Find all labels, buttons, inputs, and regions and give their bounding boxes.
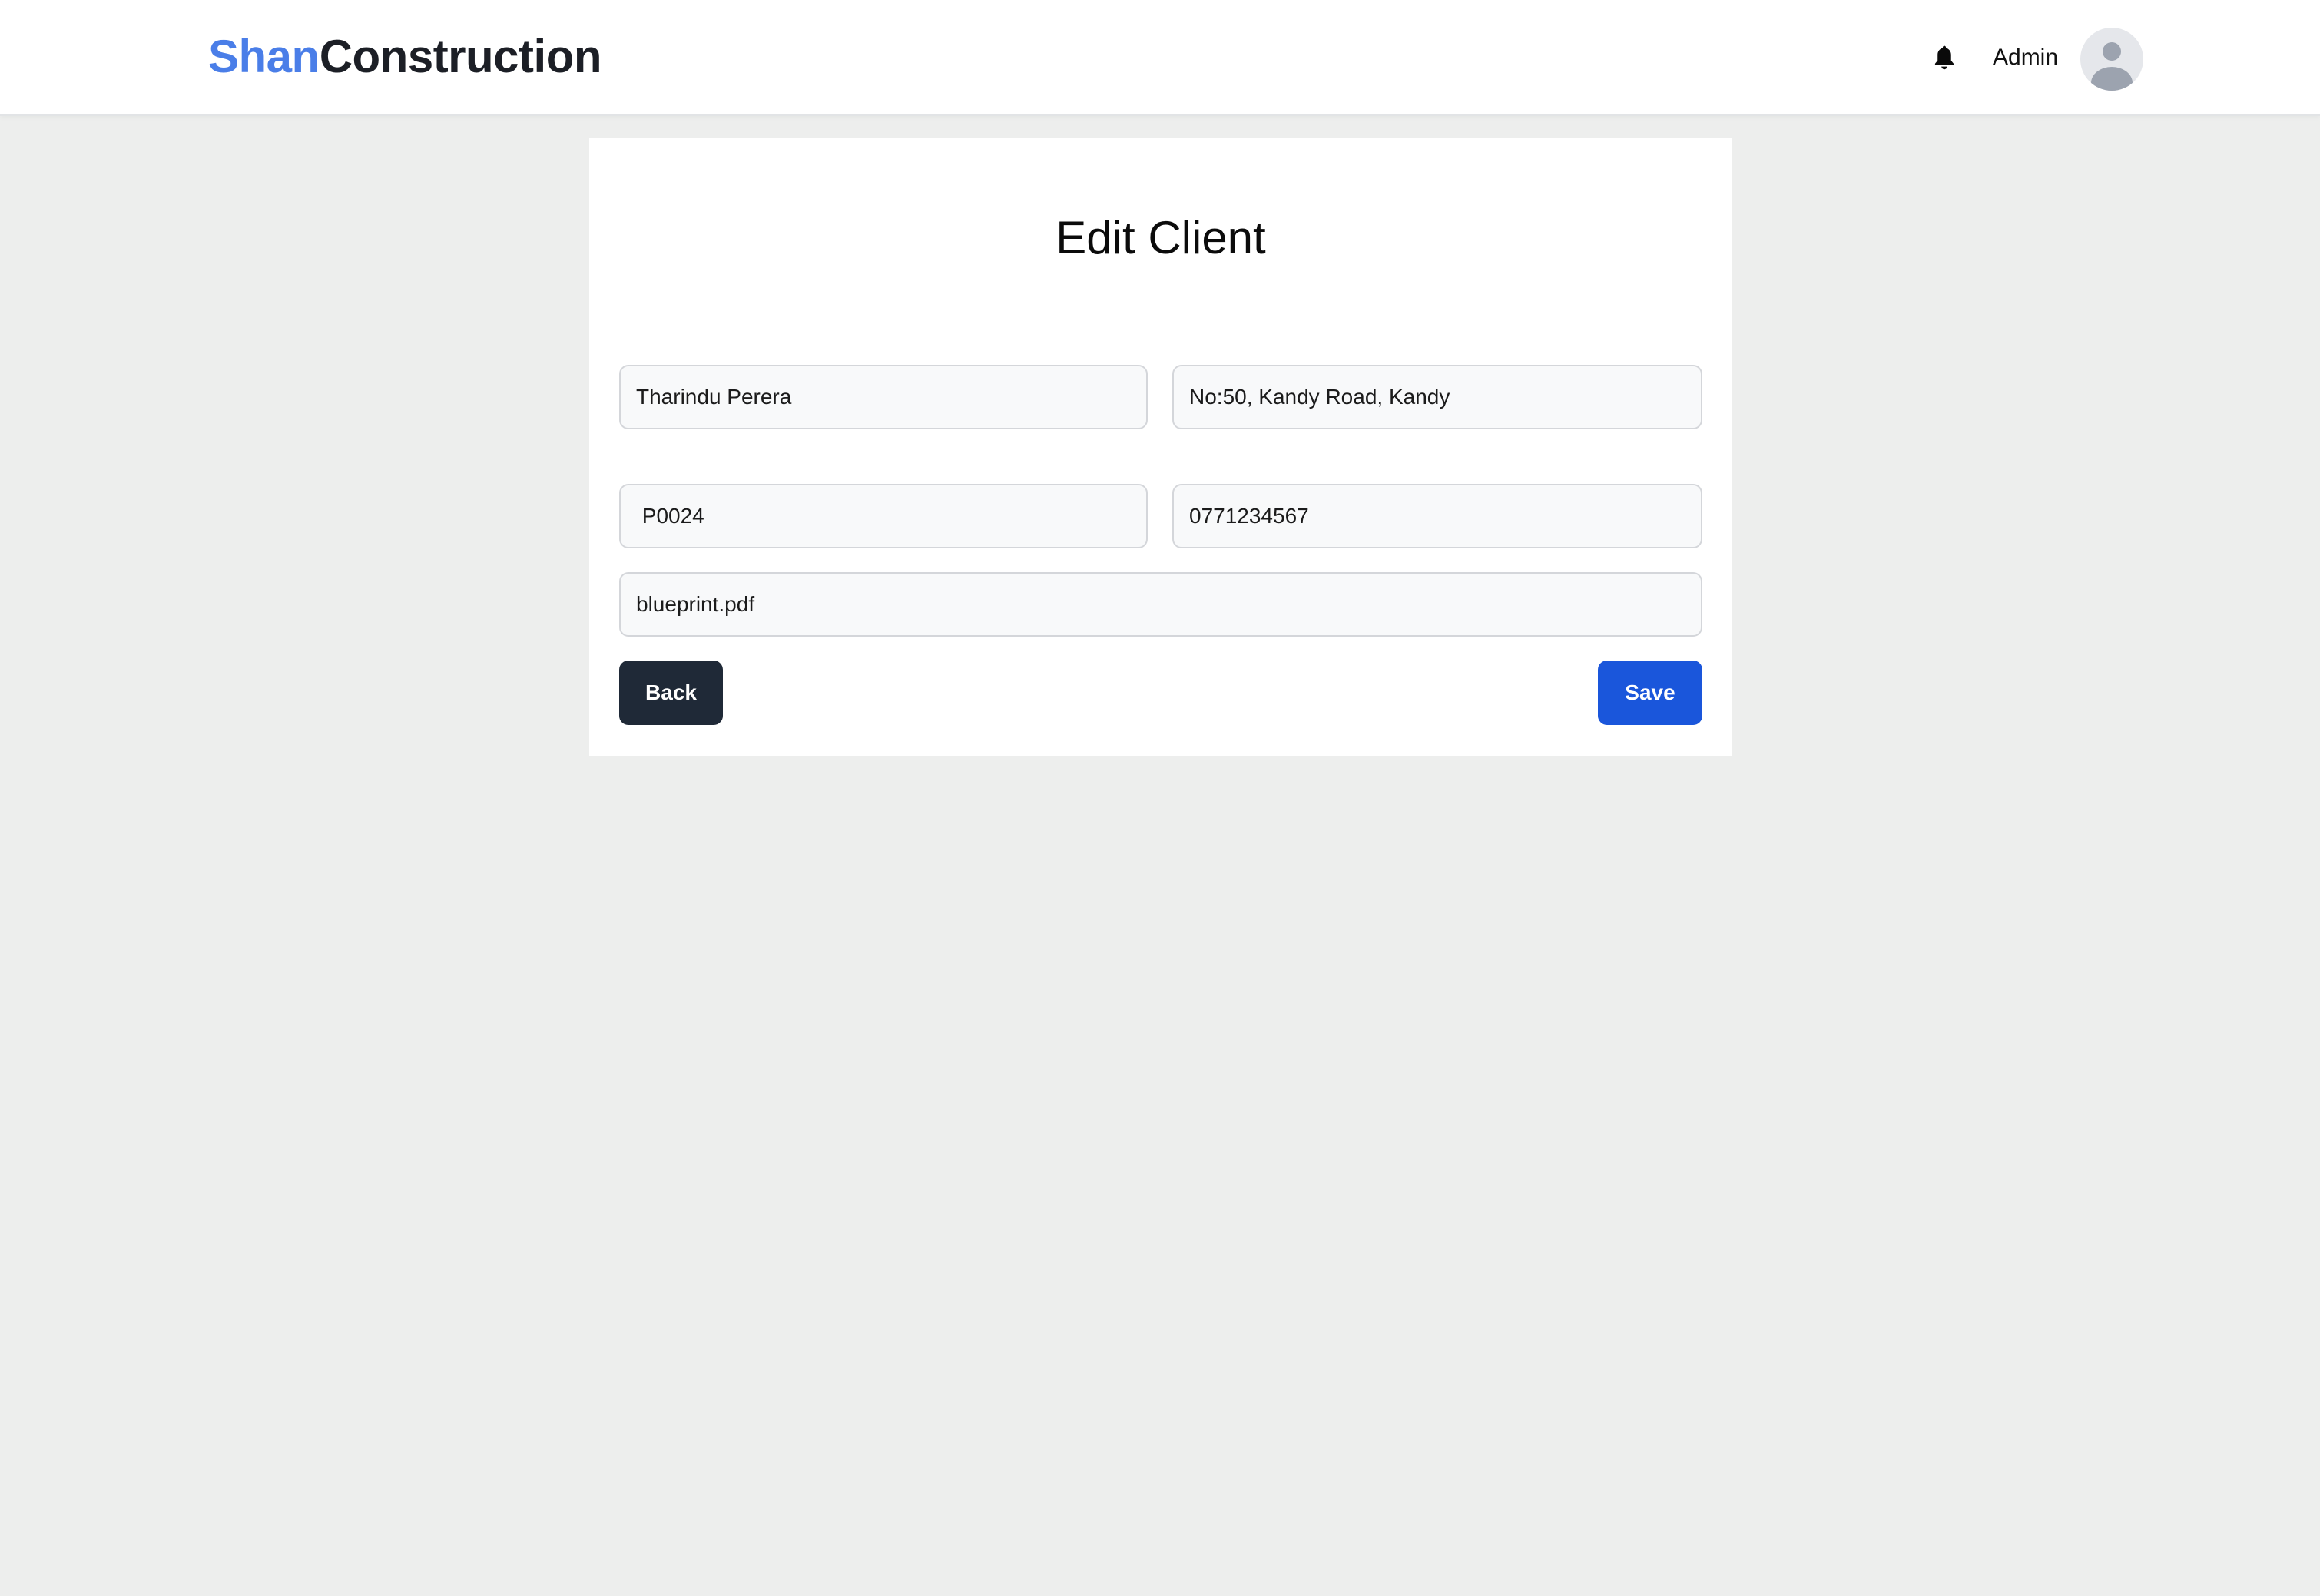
page-title: Edit Client <box>1056 212 1266 263</box>
brand-name-secondary: Construction <box>319 31 602 82</box>
user-avatar-icon[interactable] <box>2080 28 2143 91</box>
back-button[interactable]: Back <box>619 661 723 725</box>
phone-input[interactable] <box>1172 484 1702 548</box>
project-id-input[interactable] <box>619 484 1148 548</box>
brand-name-primary: Shan <box>208 31 320 82</box>
address-input[interactable] <box>1172 365 1702 429</box>
client-name-input[interactable] <box>619 365 1148 429</box>
bell-icon[interactable] <box>1928 43 1960 74</box>
document-input[interactable] <box>619 572 1702 637</box>
user-name[interactable]: Admin <box>1993 41 2058 74</box>
top-navbar: ShanConstruction Admin <box>0 0 2320 116</box>
brand-logo[interactable]: ShanConstruction <box>208 28 602 86</box>
save-button[interactable]: Save <box>1598 661 1702 725</box>
edit-client-card: Edit Client Back Save <box>589 138 1732 756</box>
